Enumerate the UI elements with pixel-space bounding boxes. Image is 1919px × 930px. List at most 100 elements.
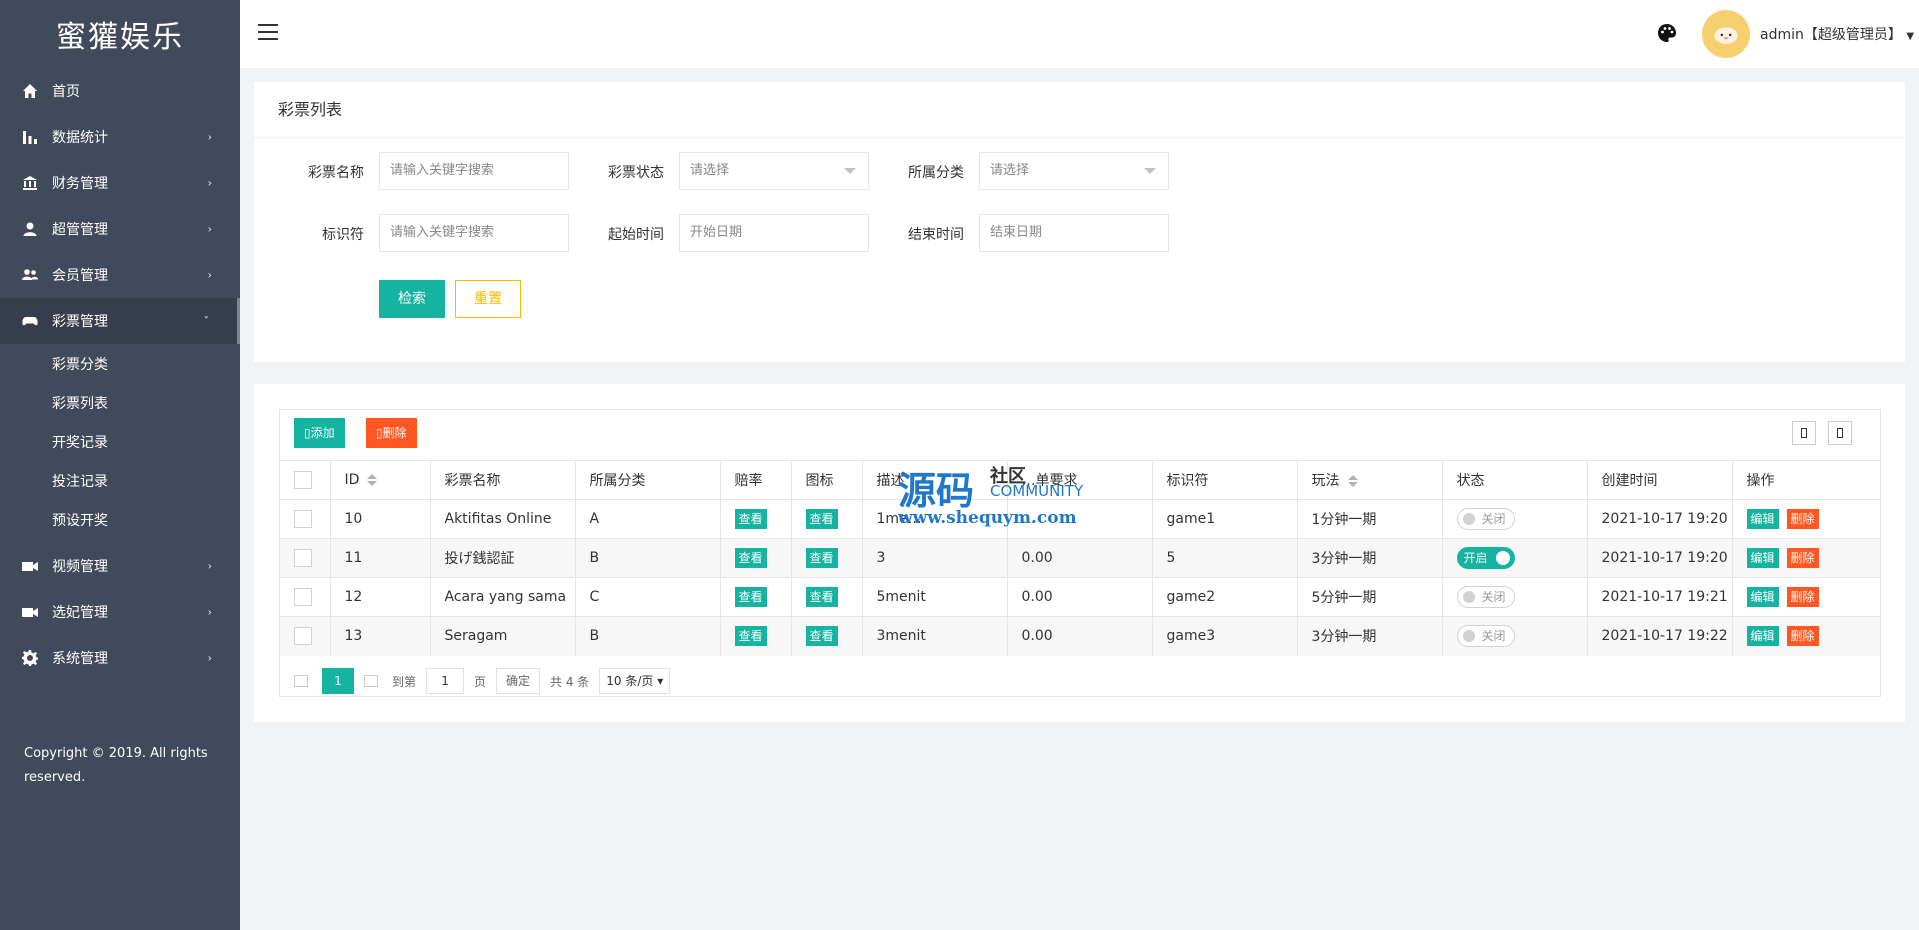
sidebar-item-select[interactable]: 选妃管理 › — [0, 589, 240, 635]
sidebar-item-video[interactable]: 视频管理 › — [0, 543, 240, 589]
field-label: 结束时间 — [908, 227, 964, 243]
status-toggle[interactable]: 关闭 — [1456, 508, 1515, 530]
edit-button[interactable]: 编辑 — [1746, 548, 1779, 568]
cell-actions: 编辑 删除 — [1732, 499, 1880, 539]
row-checkbox[interactable] — [280, 499, 331, 539]
print-icon[interactable] — [1864, 421, 1878, 445]
search-button[interactable]: 检索 — [379, 280, 445, 318]
cell-requirement: … — [1007, 499, 1153, 539]
cell-desc: 1me… — [862, 499, 1008, 539]
end-date-input[interactable]: 结束日期 — [979, 214, 1169, 252]
columns-filter-icon[interactable] — [1792, 421, 1816, 445]
identifier-input[interactable]: 请输入关键字搜索 — [379, 214, 569, 252]
sidebar-item-label: 财务管理 — [52, 176, 108, 192]
col-id[interactable]: ID — [330, 460, 431, 500]
home-icon — [22, 83, 38, 99]
goto-confirm-button[interactable]: 确定 — [496, 668, 541, 694]
view-icon-button[interactable]: 查看 — [805, 509, 838, 529]
sort-icon[interactable] — [1347, 475, 1358, 487]
chevron-down-icon: ˅ — [203, 314, 210, 328]
status-toggle[interactable]: 开启 — [1456, 547, 1515, 569]
users-icon — [22, 267, 38, 283]
select-placeholder: 请选择 — [690, 163, 730, 178]
status-toggle[interactable]: 关闭 — [1456, 625, 1515, 648]
user-menu[interactable]: admin【超级管理员】 ▼ — [1760, 24, 1914, 44]
theme-palette-icon[interactable] — [1656, 22, 1678, 44]
sidebar-item-members[interactable]: 会员管理 › — [0, 252, 240, 298]
menu-toggle-icon[interactable] — [258, 24, 278, 42]
sidebar-subitem-bets[interactable]: 投注记录 — [0, 461, 240, 500]
toggle-knob — [1462, 591, 1475, 603]
chevron-right-icon: › — [207, 605, 212, 619]
copyright: Copyright © 2019. All rights reserved. — [24, 746, 208, 785]
sidebar-item-stats[interactable]: 数据统计 › — [0, 114, 240, 160]
delete-button[interactable]: 删除 — [1786, 626, 1819, 647]
page-current[interactable]: 1 — [322, 668, 354, 694]
view-odds-button[interactable]: 查看 — [734, 509, 767, 529]
sidebar-subitem-category[interactable]: 彩票分类 — [0, 344, 240, 383]
sidebar-item-lottery[interactable]: 彩票管理 ˅ — [0, 298, 240, 344]
cell-desc: 3menit — [862, 616, 1008, 656]
cell-identifier: 5 — [1152, 538, 1298, 578]
cell-name: 投げ銭認証 — [430, 538, 576, 578]
delete-button[interactable]: 删除 — [1786, 548, 1819, 568]
brand-logo[interactable]: 蜜獾娱乐 — [0, 0, 240, 68]
reset-button[interactable]: 重置 — [455, 280, 521, 318]
view-icon-button[interactable]: 查看 — [805, 626, 838, 647]
category-select[interactable]: 请选择 — [979, 152, 1169, 190]
filter-card: 彩票列表 彩票名称 请输入关键字搜索 彩票状态 请选择 所属分类 请选择 标识符… — [254, 82, 1905, 362]
goto-label: 到第 — [392, 674, 417, 689]
col-status: 状态 — [1442, 460, 1588, 500]
sidebar-item-admin[interactable]: 超管管理 › — [0, 206, 240, 252]
edit-button[interactable]: 编辑 — [1746, 626, 1779, 647]
cell-requirement: 0.00 — [1007, 616, 1153, 656]
row-checkbox[interactable] — [280, 577, 331, 617]
view-odds-button[interactable]: 查看 — [734, 626, 767, 647]
page-size-select[interactable]: 10 条/页 ▾ — [599, 668, 671, 694]
col-desc: 描述 — [862, 460, 1008, 500]
next-page-icon[interactable] — [364, 675, 378, 687]
cell-category: B — [575, 616, 721, 656]
cell-odds: 查看 — [720, 538, 792, 578]
goto-page-input[interactable]: 1 — [426, 668, 465, 694]
col-created: 创建时间 — [1587, 460, 1733, 500]
add-button[interactable]: ▯添加 — [294, 418, 345, 448]
avatar[interactable] — [1702, 10, 1750, 58]
delete-button[interactable]: 删除 — [1786, 587, 1819, 607]
batch-delete-button[interactable]: ▯删除 — [366, 418, 417, 448]
sidebar-item-finance[interactable]: 财务管理 › — [0, 160, 240, 206]
start-date-input[interactable]: 开始日期 — [679, 214, 869, 252]
cell-id: 13 — [330, 616, 431, 656]
row-checkbox[interactable] — [280, 616, 331, 656]
col-play[interactable]: 玩法 — [1297, 460, 1443, 500]
cell-name: Acara yang sama — [430, 577, 576, 617]
view-icon-button[interactable]: 查看 — [805, 548, 838, 568]
delete-button[interactable]: 删除 — [1786, 509, 1819, 529]
chevron-right-icon: › — [207, 559, 212, 573]
sort-icon[interactable] — [367, 474, 378, 486]
row-checkbox[interactable] — [280, 538, 331, 578]
col-name: 彩票名称 — [430, 460, 576, 500]
view-odds-button[interactable]: 查看 — [734, 587, 767, 607]
export-icon[interactable] — [1828, 421, 1852, 445]
edit-button[interactable]: 编辑 — [1746, 587, 1779, 607]
sidebar-item-home[interactable]: 首页 — [0, 68, 240, 114]
prev-page-icon[interactable] — [294, 675, 308, 687]
cell-play: 3分钟一期 — [1297, 538, 1443, 578]
sidebar-subitem-draws[interactable]: 开奖记录 — [0, 422, 240, 461]
sidebar-subitem-preset[interactable]: 预设开奖 — [0, 500, 240, 539]
sidebar-item-label: 超管管理 — [52, 222, 108, 238]
cell-category: A — [575, 499, 721, 539]
view-odds-button[interactable]: 查看 — [734, 548, 767, 568]
lottery-name-input[interactable]: 请输入关键字搜索 — [379, 152, 569, 190]
sidebar-item-system[interactable]: 系统管理 › — [0, 635, 240, 681]
lottery-status-select[interactable]: 请选择 — [679, 152, 869, 190]
video-icon — [22, 604, 38, 620]
view-icon-button[interactable]: 查看 — [805, 587, 838, 607]
cell-id: 10 — [330, 499, 431, 539]
edit-button[interactable]: 编辑 — [1746, 509, 1779, 529]
col-odds: 赔率 — [720, 460, 792, 500]
status-toggle[interactable]: 关闭 — [1456, 586, 1515, 608]
sidebar-subitem-list[interactable]: 彩票列表 — [0, 383, 240, 422]
select-all-checkbox[interactable] — [280, 460, 331, 500]
